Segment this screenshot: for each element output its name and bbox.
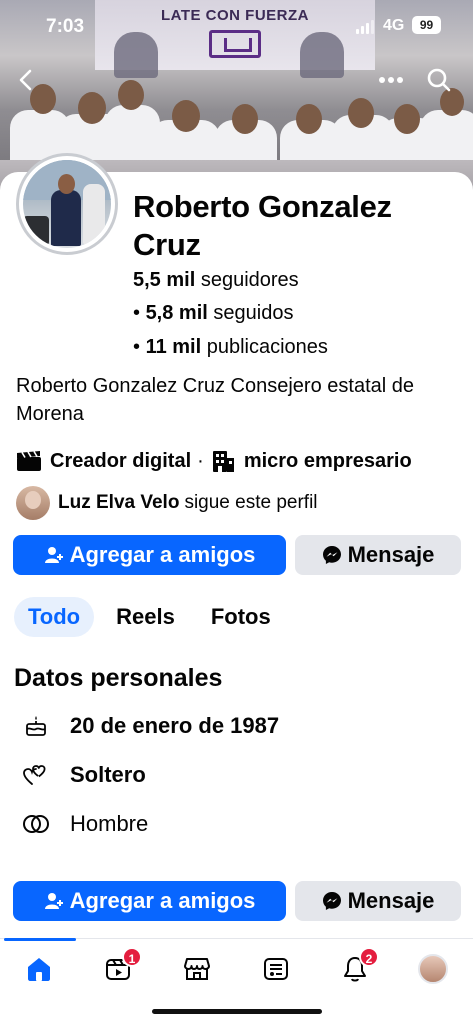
following-stat[interactable]: • 5,8 mil seguidos: [133, 302, 293, 325]
nav-profile[interactable]: [413, 951, 453, 987]
status-bar: 7:03 4G 99: [0, 0, 473, 52]
category-label: Creador digital: [50, 449, 192, 472]
more-options-button[interactable]: [373, 62, 409, 98]
building-icon: [212, 451, 234, 472]
profile-avatar: [418, 954, 448, 984]
feeds-icon: [264, 958, 288, 980]
category-separator: ·: [197, 449, 204, 472]
follower-text: sigue este perfil: [184, 492, 318, 513]
birthday-row: 20 de enero de 1987: [22, 711, 279, 741]
home-indicator: [152, 1009, 322, 1014]
posts-stat[interactable]: • 11 mil publicaciones: [133, 336, 328, 359]
messenger-icon: [322, 892, 341, 910]
tab-fotos[interactable]: Fotos: [197, 597, 285, 637]
relationship-text: Soltero: [70, 762, 146, 787]
message-label: Mensaje: [347, 888, 435, 913]
video-badge: 1: [122, 947, 142, 967]
birthday-text: 20 de enero de 1987: [70, 713, 280, 738]
add-friend-button[interactable]: Agregar a amigos: [13, 535, 286, 575]
home-icon: [28, 958, 50, 981]
followers-stat[interactable]: 5,5 mil seguidores: [133, 269, 299, 292]
search-button[interactable]: [421, 62, 457, 98]
nav-notifications[interactable]: 2: [335, 947, 379, 987]
relationship-row: Soltero: [22, 760, 146, 790]
cake-icon: [26, 716, 46, 736]
more-dots-icon: [379, 77, 403, 83]
tab-todo[interactable]: Todo: [14, 597, 95, 637]
tab-reels[interactable]: Reels: [102, 597, 189, 637]
section-title: Datos personales: [14, 664, 223, 692]
followers-label: seguidores: [200, 269, 299, 291]
nav-home[interactable]: [19, 951, 59, 987]
notifications-badge: 2: [359, 947, 379, 967]
following-count: 5,8 mil: [145, 302, 208, 324]
add-friend-label: Agregar a amigos: [69, 542, 256, 567]
clapperboard-icon: [17, 451, 41, 471]
gender-text: Hombre: [70, 811, 149, 836]
follower-name: Luz Elva Velo: [58, 492, 180, 513]
back-button[interactable]: [8, 62, 44, 98]
search-icon: [427, 68, 451, 92]
category-label: micro empresario: [243, 449, 412, 472]
follower-avatar: [16, 486, 50, 520]
message-button[interactable]: Mensaje: [295, 535, 461, 575]
avatar: [23, 160, 111, 248]
profile-name: Roberto Gonzalez Cruz: [133, 189, 392, 262]
nav-marketplace[interactable]: [177, 951, 217, 987]
add-friend-button-bottom[interactable]: Agregar a amigos: [13, 881, 286, 921]
add-person-icon: [44, 547, 63, 563]
followers-count: 5,5 mil: [133, 269, 196, 291]
profile-tabs: Todo Reels Fotos: [14, 597, 293, 637]
posts-label: publicaciones: [206, 336, 328, 358]
mutual-follower-row[interactable]: Luz Elva Velo sigue este perfil: [16, 485, 318, 521]
stat-bullet: •: [133, 302, 146, 324]
battery-indicator: 99: [412, 16, 441, 34]
gender-rings-icon: [23, 815, 49, 833]
hearts-icon: [23, 765, 46, 785]
posts-count: 11 mil: [145, 336, 202, 358]
stat-bullet: •: [133, 336, 146, 358]
add-friend-label: Agregar a amigos: [69, 888, 256, 913]
bottom-navigation: 1 2: [0, 938, 473, 1024]
profile-categories: Creador digital · micro empresario: [16, 448, 412, 474]
following-label: seguidos: [213, 302, 294, 324]
status-time: 7:03: [46, 16, 85, 37]
message-button-bottom[interactable]: Mensaje: [295, 881, 461, 921]
nav-video[interactable]: 1: [98, 947, 142, 987]
cellular-signal-icon: [356, 20, 374, 34]
message-label: Mensaje: [347, 542, 435, 567]
active-tab-indicator: [4, 938, 76, 941]
nav-feeds[interactable]: [256, 951, 296, 987]
chevron-left-icon: [19, 69, 32, 91]
add-person-icon: [44, 893, 63, 909]
gender-row: Hombre: [22, 809, 148, 839]
profile-bio: Roberto Gonzalez Cruz Consejero estatal …: [16, 375, 414, 425]
marketplace-icon: [184, 958, 210, 980]
network-type: 4G: [383, 17, 405, 34]
profile-picture[interactable]: [16, 153, 118, 255]
messenger-icon: [322, 546, 341, 564]
